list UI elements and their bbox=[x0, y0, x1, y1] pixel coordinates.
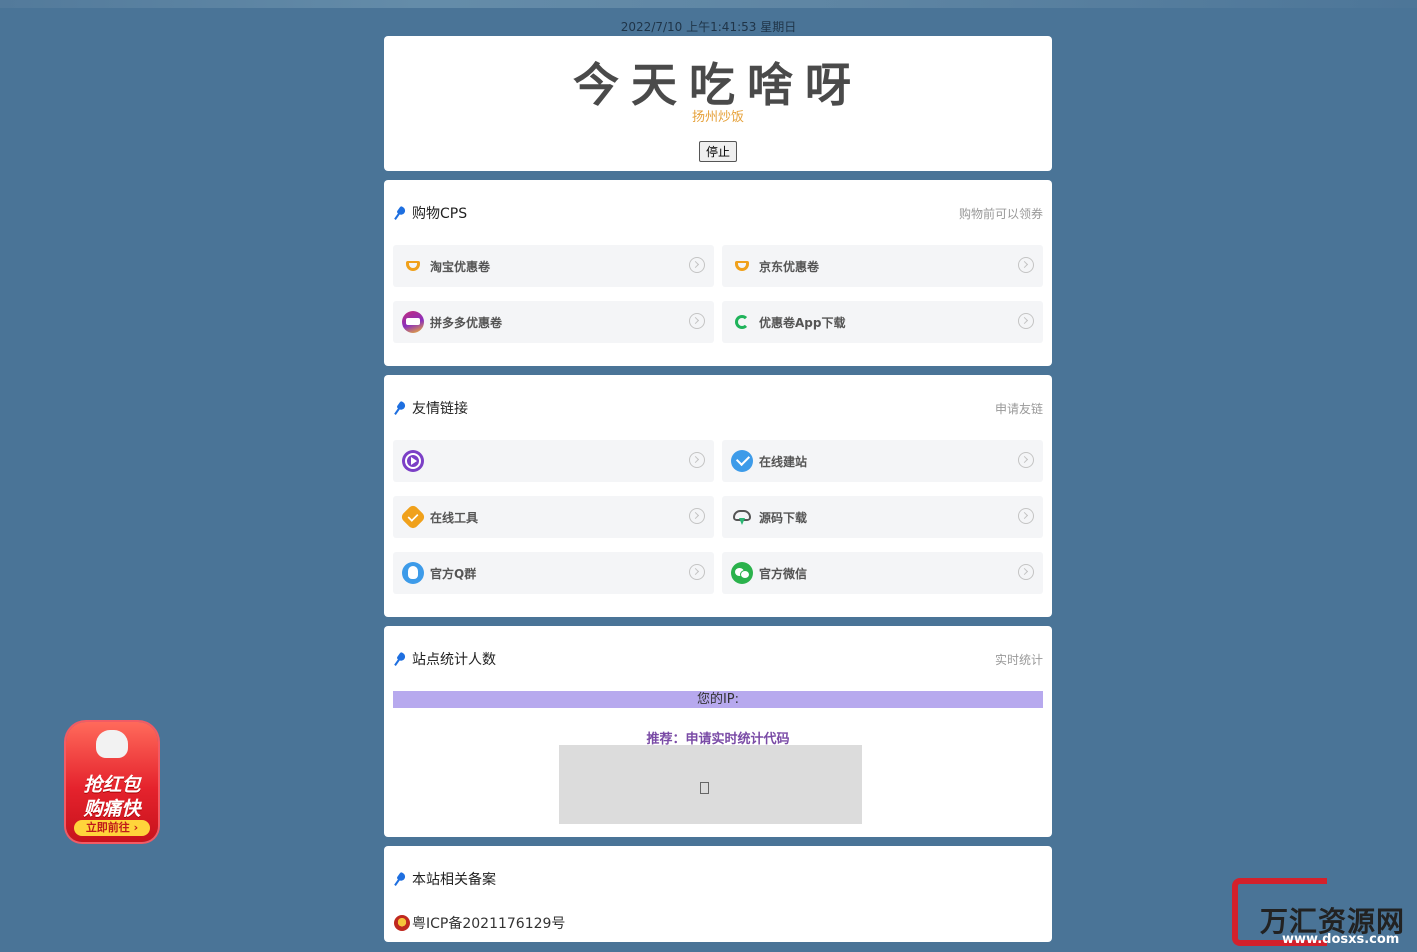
pin-icon bbox=[394, 401, 408, 415]
link-label: 在线工具 bbox=[430, 510, 479, 525]
link-taobao-coupon[interactable]: 淘宝优惠卷 bbox=[393, 245, 714, 287]
icp-card: 本站相关备案 粤ICP备2021176129号 bbox=[384, 846, 1052, 942]
shopping-title-text: 购物CPS bbox=[412, 206, 468, 222]
stats-hint: 实时统计 bbox=[994, 652, 1043, 667]
links-grid: 在线建站 在线工具 源码下载 官方Q群 官方微信 bbox=[393, 440, 1043, 594]
wechat-icon bbox=[731, 562, 753, 584]
coupon-cup-icon bbox=[402, 255, 424, 277]
chevron-right-icon bbox=[1018, 313, 1034, 329]
links-hint[interactable]: 申请友链 bbox=[995, 400, 1043, 417]
stats-title: 站点统计人数 bbox=[394, 649, 496, 669]
cloud-download-icon bbox=[731, 506, 753, 528]
chevron-right-icon bbox=[689, 452, 705, 468]
qq-icon bbox=[402, 562, 424, 584]
coupon-cup-icon bbox=[731, 255, 753, 277]
link-label: 在线建站 bbox=[759, 454, 808, 469]
link-jd-coupon[interactable]: 京东优惠卷 bbox=[722, 245, 1043, 287]
link-wechat[interactable]: 官方微信 bbox=[722, 552, 1043, 594]
link-label: 拼多多优惠卷 bbox=[430, 315, 503, 330]
ip-bar: 您的IP: bbox=[393, 691, 1043, 708]
stats-header: 站点统计人数 实时统计 bbox=[394, 650, 1043, 668]
chevron-right-icon bbox=[1018, 257, 1034, 273]
link-pdd-coupon[interactable]: 拼多多优惠卷 bbox=[393, 301, 714, 343]
links-title: 友情链接 bbox=[394, 398, 468, 418]
link-label: 京东优惠卷 bbox=[759, 259, 820, 274]
pin-icon bbox=[394, 206, 408, 220]
link-site-builder[interactable]: 在线建站 bbox=[722, 440, 1043, 482]
stats-card: 站点统计人数 实时统计 您的IP: 推荐：申请实时统计代码 bbox=[384, 626, 1052, 837]
chevron-right-icon bbox=[689, 257, 705, 273]
icp-number: 粤ICP备2021176129号 bbox=[412, 916, 566, 932]
link-label: 源码下载 bbox=[759, 510, 808, 525]
link-label: 官方Q群 bbox=[430, 566, 477, 581]
links-header: 友情链接 申请友链 bbox=[394, 399, 1043, 417]
play-circle-icon bbox=[402, 450, 424, 472]
shopping-hint[interactable]: 购物前可以领券 bbox=[959, 205, 1043, 222]
chevron-right-icon bbox=[1018, 452, 1034, 468]
red-packet-promo[interactable]: 抢红包 购痛快 立即前往 › bbox=[66, 722, 158, 842]
links-title-text: 友情链接 bbox=[412, 401, 468, 417]
broken-file-icon bbox=[700, 782, 709, 794]
check-circle-icon bbox=[731, 450, 753, 472]
police-emblem-icon bbox=[394, 915, 410, 931]
pinduoduo-icon bbox=[402, 311, 424, 333]
watermark-url: www.dosxs.com bbox=[1282, 932, 1400, 947]
link-label: 官方微信 bbox=[759, 566, 808, 581]
links-card: 友情链接 申请友链 在线建站 在线工具 源码下载 官方Q群 官方微信 bbox=[384, 375, 1052, 617]
pin-icon bbox=[394, 872, 408, 886]
food-result: 扬州炒饭 bbox=[691, 110, 744, 125]
promo-line2: 购痛快 bbox=[83, 798, 141, 820]
stats-embed-frame bbox=[559, 745, 862, 824]
chevron-right-icon bbox=[1018, 564, 1034, 580]
link-video[interactable] bbox=[393, 440, 714, 482]
chevron-right-icon bbox=[1018, 508, 1034, 524]
stats-title-text: 站点统计人数 bbox=[412, 652, 496, 668]
shopping-card: 购物CPS 购物前可以领券 淘宝优惠卷 京东优惠卷 拼多多优惠卷 优惠卷App下… bbox=[384, 180, 1052, 366]
stop-button[interactable]: 停止 bbox=[698, 141, 738, 162]
app-c-icon bbox=[731, 311, 753, 333]
link-qq-group[interactable]: 官方Q群 bbox=[393, 552, 714, 594]
icp-header: 本站相关备案 bbox=[394, 870, 1043, 888]
icp-record-link[interactable]: 粤ICP备2021176129号 bbox=[394, 913, 565, 933]
mascot-icon bbox=[96, 730, 128, 758]
badge-check-icon bbox=[399, 503, 427, 531]
shopping-grid: 淘宝优惠卷 京东优惠卷 拼多多优惠卷 优惠卷App下载 bbox=[393, 245, 1043, 343]
chevron-right-icon bbox=[689, 313, 705, 329]
promo-line1: 抢红包 bbox=[83, 774, 141, 796]
chevron-right-icon bbox=[689, 508, 705, 524]
pin-icon bbox=[394, 652, 408, 666]
link-coupon-app[interactable]: 优惠卷App下载 bbox=[722, 301, 1043, 343]
icp-title: 本站相关备案 bbox=[394, 869, 496, 889]
promo-go-button[interactable]: 立即前往 › bbox=[74, 820, 150, 836]
shopping-header: 购物CPS 购物前可以领券 bbox=[394, 204, 1043, 222]
chevron-right-icon bbox=[689, 564, 705, 580]
icp-title-text: 本站相关备案 bbox=[412, 872, 496, 888]
watermark: 万汇资源网 www.dosxs.com bbox=[1232, 878, 1412, 948]
link-label: 优惠卷App下载 bbox=[759, 315, 846, 330]
shopping-title: 购物CPS bbox=[394, 203, 467, 223]
link-label: 淘宝优惠卷 bbox=[430, 259, 491, 274]
hero-card: 今天吃啥呀 扬州炒饭 停止 bbox=[384, 36, 1052, 171]
link-source-download[interactable]: 源码下载 bbox=[722, 496, 1043, 538]
top-band bbox=[0, 0, 1417, 8]
datetime-display: 2022/7/10 上午1:41:53 星期日 bbox=[620, 20, 797, 34]
link-online-tools[interactable]: 在线工具 bbox=[393, 496, 714, 538]
